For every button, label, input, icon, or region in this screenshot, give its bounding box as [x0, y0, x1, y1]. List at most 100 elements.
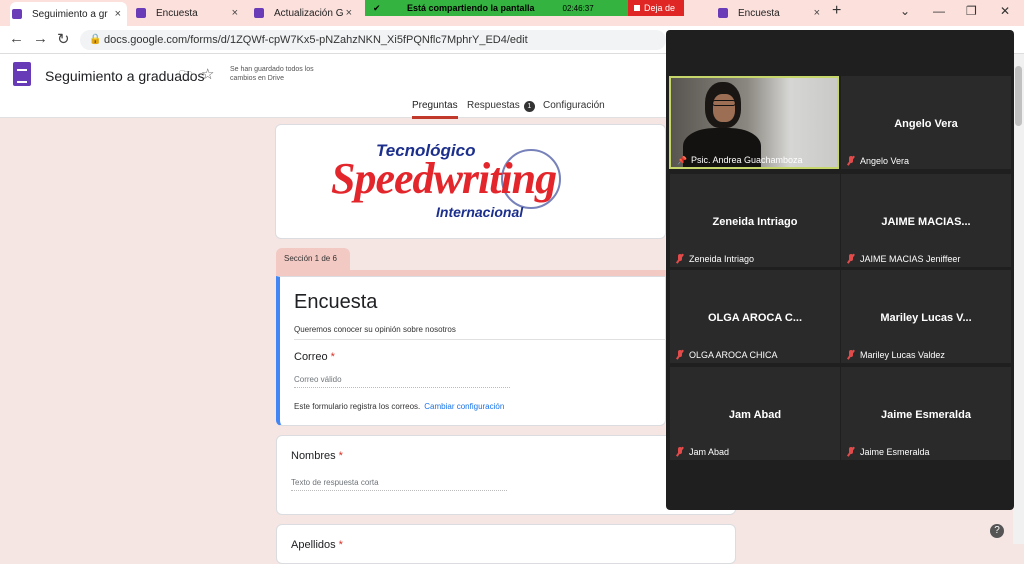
tab-preguntas[interactable]: Preguntas — [412, 100, 458, 119]
mic-off-icon — [847, 447, 855, 456]
participant-name: OLGA AROCA CHICA — [676, 350, 778, 360]
tab-label: Seguimiento a gr — [32, 8, 108, 20]
close-icon[interactable]: × — [115, 8, 121, 20]
participant-display-name: OLGA AROCA C... — [707, 312, 803, 324]
forms-header: Seguimiento a graduados 🗀 ☆ Se han guard… — [0, 54, 666, 119]
section-title[interactable]: Encuesta — [294, 291, 377, 314]
tab-label: Encuesta — [156, 7, 198, 19]
participant-name-text: Zeneida Intriago — [689, 254, 755, 264]
folder-icon[interactable]: 🗀 — [179, 67, 192, 89]
participant-name-text: JAIME MACIAS Jeniffeer — [860, 254, 961, 264]
tab-actualizacion[interactable]: Actualización GR × — [252, 2, 358, 24]
tab-respuestas-label: Respuestas — [467, 100, 520, 111]
participant-glasses — [712, 100, 736, 106]
participant-name: 📌 Psic. Andrea Guachamboza — [677, 155, 803, 165]
close-icon[interactable]: × — [814, 7, 820, 19]
participant-tile-video[interactable]: 📌 Psic. Andrea Guachamboza — [669, 76, 839, 169]
participant-display-name: Angelo Vera — [894, 118, 958, 130]
tab-configuracion[interactable]: Configuración — [543, 100, 605, 111]
participant-face — [713, 94, 735, 122]
reload-icon[interactable]: ↻ — [57, 30, 70, 48]
tab-label: Actualización GR — [274, 7, 344, 19]
forms-icon — [136, 8, 146, 18]
star-icon[interactable]: ☆ — [201, 65, 214, 83]
close-icon[interactable]: × — [232, 7, 238, 19]
participant-name-text: OLGA AROCA CHICA — [689, 350, 778, 360]
stop-icon — [634, 5, 640, 11]
window-close-icon[interactable]: ✕ — [1000, 4, 1010, 18]
short-answer-field[interactable]: Texto de respuesta corta — [291, 478, 507, 491]
scrollbar-thumb[interactable] — [1015, 66, 1022, 126]
tab-encuesta[interactable]: Encuesta × — [134, 2, 244, 24]
tab-respuestas[interactable]: Respuestas 1 — [467, 100, 535, 112]
mic-off-icon — [847, 350, 855, 359]
email-field[interactable]: Correo válido — [294, 375, 510, 388]
email-label: Correo — [294, 351, 328, 363]
participant-name-text: Jam Abad — [689, 447, 730, 457]
question-title: Nombres — [291, 450, 336, 462]
screen-share-banner: ✔ Está compartiendo la pantalla 02:46:37 — [365, 0, 628, 16]
change-settings-link[interactable]: Cambiar configuración — [424, 402, 504, 411]
stop-sharing-button[interactable]: Deja de — [628, 0, 684, 16]
header-image-card: Tecnológico Speedwriting Internacional — [275, 124, 666, 239]
logo-line-3: Internacional — [436, 204, 524, 220]
question-card-apellidos[interactable]: Apellidos * — [276, 524, 736, 564]
share-timer: 02:46:37 — [562, 3, 594, 13]
logo-line-2: Speedwriting — [331, 154, 557, 203]
tab-search-icon[interactable]: ⌄ — [900, 4, 910, 18]
address-bar[interactable]: 🔒 docs.google.com/forms/d/1ZQWf-cpW7Kx5-… — [80, 30, 666, 50]
divider — [294, 339, 669, 340]
question-label: Apellidos * — [291, 539, 343, 551]
participant-name: Jaime Esmeralda — [847, 447, 930, 457]
forms-logo-icon[interactable] — [13, 62, 31, 86]
participant-tile[interactable]: Jam Abad Jam Abad — [670, 367, 840, 460]
mic-off-icon — [676, 447, 684, 456]
mic-off-icon — [847, 156, 855, 165]
mic-off-icon — [847, 254, 855, 263]
maximize-icon[interactable]: ❐ — [966, 4, 977, 18]
required-mark: * — [338, 450, 343, 462]
save-status: Se han guardado todos los cambios en Dri… — [230, 66, 314, 82]
new-tab-button[interactable]: + — [832, 2, 841, 20]
forms-icon — [12, 9, 22, 19]
required-mark: * — [338, 539, 343, 551]
responses-badge: 1 — [523, 101, 535, 112]
question-title: Apellidos — [291, 539, 336, 551]
participant-display-name: Jam Abad — [728, 409, 782, 421]
participant-display-name: Zeneida Intriago — [712, 216, 798, 228]
participant-name: Zeneida Intriago — [676, 254, 754, 264]
participant-display-name: Jaime Esmeralda — [881, 409, 971, 421]
section-description[interactable]: Queremos conocer su opinión sobre nosotr… — [294, 325, 456, 334]
mic-off-icon — [676, 350, 684, 359]
participant-display-name: JAIME MACIAS... — [881, 216, 971, 228]
section-tab: Sección 1 de 6 — [276, 248, 350, 270]
participant-display-name: Mariley Lucas V... — [880, 312, 972, 324]
tab-label: Encuesta — [738, 7, 780, 19]
video-call-panel: 📌 Psic. Andrea Guachamboza Angelo Vera An… — [666, 30, 1014, 510]
participant-name: JAIME MACIAS Jeniffeer — [847, 254, 960, 264]
help-icon[interactable]: ? — [990, 524, 1004, 538]
tab-encuesta-2[interactable]: Encuesta × — [716, 2, 826, 24]
participant-name: Mariley Lucas Valdez — [847, 350, 945, 360]
participant-name: Angelo Vera — [847, 156, 909, 166]
participant-tile[interactable]: Jaime Esmeralda Jaime Esmeralda — [841, 367, 1011, 460]
participant-tile[interactable]: JAIME MACIAS... JAIME MACIAS Jeniffeer — [841, 174, 1011, 267]
forms-icon — [718, 8, 728, 18]
forward-icon[interactable]: → — [33, 30, 48, 47]
share-text: Está compartiendo la pantalla — [407, 3, 535, 13]
section-card[interactable]: Encuesta Queremos conocer su opinión sob… — [276, 276, 669, 426]
participant-tile[interactable]: Angelo Vera Angelo Vera — [841, 76, 1011, 169]
close-icon[interactable]: × — [346, 7, 352, 19]
participant-tile[interactable]: OLGA AROCA C... OLGA AROCA CHICA — [670, 270, 840, 363]
email-note: Este formulario registra los correos. Cam… — [294, 402, 504, 411]
back-icon[interactable]: ← — [9, 30, 24, 47]
participant-tile[interactable]: Mariley Lucas V... Mariley Lucas Valdez — [841, 270, 1011, 363]
participant-name-text: Angelo Vera — [860, 156, 910, 166]
minimize-icon[interactable]: — — [933, 4, 945, 18]
page-scrollbar[interactable] — [1013, 54, 1024, 544]
lock-icon: 🔒 — [89, 34, 102, 45]
email-question-label: Correo * — [294, 351, 335, 363]
participant-tile[interactable]: Zeneida Intriago Zeneida Intriago — [670, 174, 840, 267]
stop-sharing-label: Deja de — [644, 3, 676, 13]
tab-seguimiento[interactable]: Seguimiento a gr × — [10, 2, 127, 26]
